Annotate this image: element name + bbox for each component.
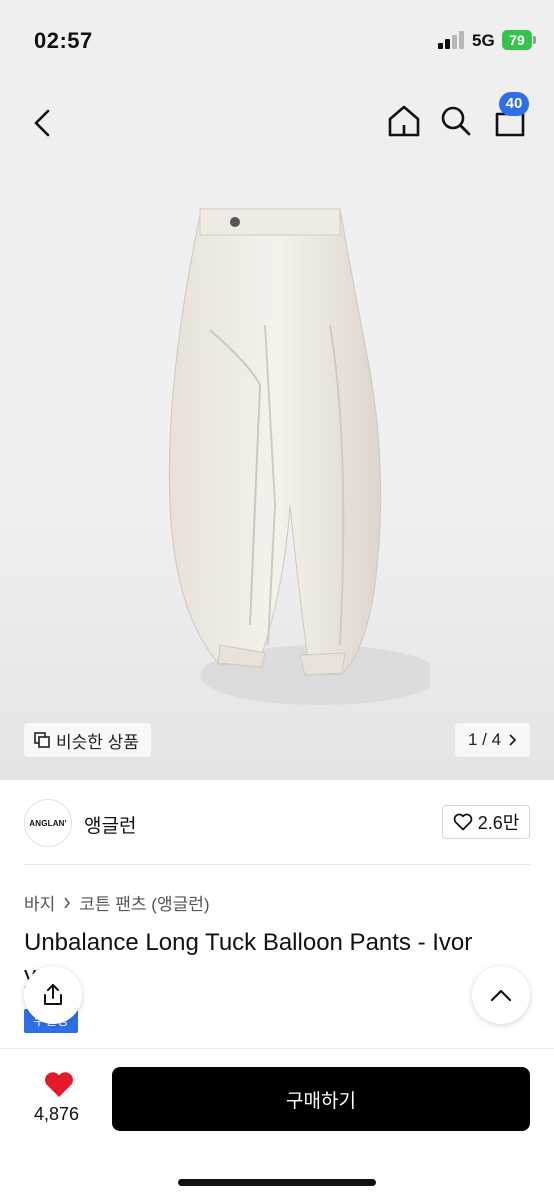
product-image[interactable] [150,205,430,730]
home-button[interactable] [382,96,426,146]
back-button[interactable] [22,98,62,148]
share-icon [44,984,62,1005]
cart-count-badge: 40 [499,92,529,116]
heart-filled-icon [45,1072,73,1097]
divider [24,864,530,865]
chevron-right-icon [64,897,71,908]
signal-icon [438,31,466,49]
breadcrumb-category[interactable]: 바지 [24,890,55,915]
wishlist-count: 4,876 [34,1104,80,1124]
pager-text: 1 / 4 [467,730,502,749]
battery-icon: 79 [502,30,532,50]
home-indicator [178,1179,376,1186]
image-pager[interactable]: 1 / 4 [455,723,530,757]
network-type: 5G [472,31,495,50]
buy-button-label: 구매하기 [286,1090,356,1112]
chevron-up-icon [490,989,512,1002]
similar-products-label: 비슷한 상품 [56,732,139,752]
chevron-right-icon [509,734,517,746]
similar-products-button[interactable]: 비슷한 상품 [24,723,151,757]
search-icon [441,106,471,136]
brand-name[interactable]: 앵글런 [84,811,136,838]
brand-row: ANGLAN' 앵글런 2.6만 [24,799,530,847]
copy-icon [34,732,50,748]
scroll-to-top-button[interactable] [472,966,530,1024]
chevron-left-icon [34,109,50,137]
brand-like-count: 2.6만 [477,813,520,833]
search-button[interactable] [434,96,478,146]
brand-logo[interactable]: ANGLAN' [24,799,72,847]
battery-tip [533,36,536,44]
product-title: Unbalance Long Tuck Balloon Pants - Ivor [24,929,473,956]
status-bar: 02:57 5G 79 [0,0,554,80]
brand-logo-text: ANGLAN' [29,818,67,828]
brand-like-button[interactable]: 2.6만 [442,805,530,839]
breadcrumb: 바지 코튼 팬츠 (앵글런) [24,890,210,915]
share-button[interactable] [24,966,82,1024]
status-time: 02:57 [34,28,93,53]
home-icon [388,105,420,137]
heart-outline-icon [453,813,473,831]
product-image-gallery[interactable]: 40 비슷한 상품 1 / 4 [0,80,554,780]
buy-button[interactable]: 구매하기 [112,1067,530,1131]
breadcrumb-subcategory[interactable]: 코튼 팬츠 (앵글런) [79,890,209,915]
